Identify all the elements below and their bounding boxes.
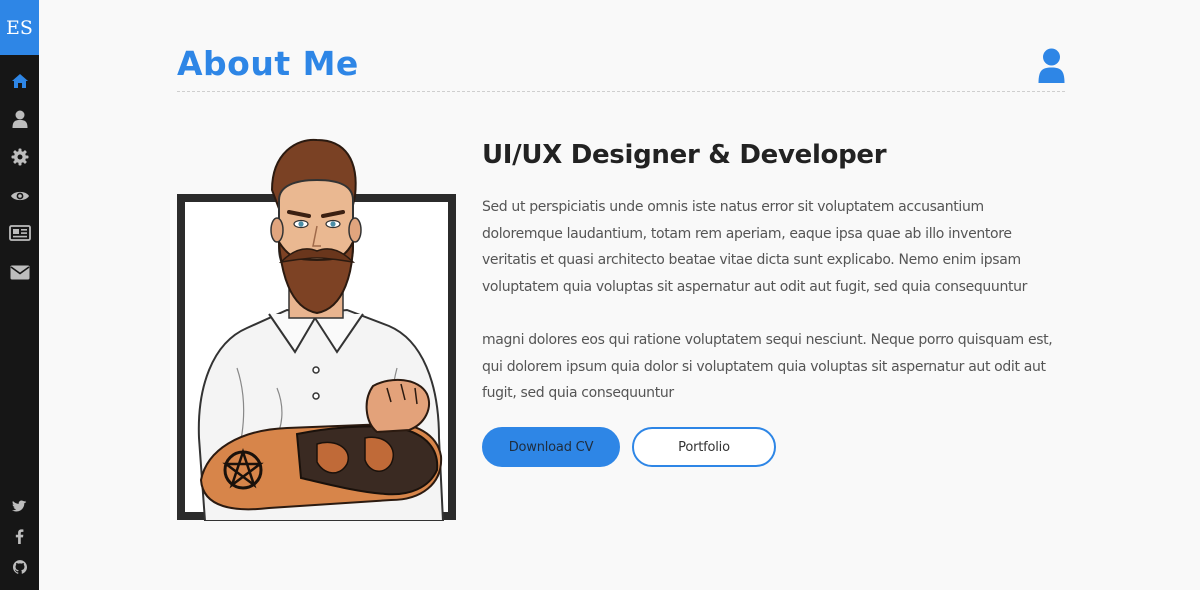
nav-portfolio[interactable] bbox=[0, 181, 39, 211]
user-icon bbox=[12, 110, 27, 128]
home-icon bbox=[11, 74, 28, 88]
github-link[interactable] bbox=[0, 555, 39, 579]
bio-paragraph-1: Sed ut perspiciatis unde omnis iste natu… bbox=[482, 199, 1028, 295]
role-title: UI/UX Designer & Developer bbox=[482, 140, 887, 170]
nav-home[interactable] bbox=[0, 66, 39, 96]
twitter-icon bbox=[12, 499, 27, 511]
twitter-link[interactable] bbox=[0, 494, 39, 518]
bearded-man-illustration bbox=[197, 138, 445, 521]
sidebar: ES bbox=[0, 0, 39, 590]
download-cv-button[interactable]: Download CV bbox=[482, 427, 620, 467]
gear-icon bbox=[11, 148, 28, 166]
newspaper-icon bbox=[8, 225, 31, 241]
nav-services[interactable] bbox=[0, 142, 39, 172]
user-icon bbox=[1038, 48, 1065, 83]
bio-paragraph-2: magni dolores eos qui ratione voluptatem… bbox=[482, 332, 1053, 402]
page-title: About Me bbox=[177, 44, 359, 83]
portfolio-button[interactable]: Portfolio bbox=[632, 427, 776, 467]
facebook-link[interactable] bbox=[0, 524, 39, 548]
profile-illustration bbox=[177, 138, 457, 521]
facebook-icon bbox=[15, 528, 24, 544]
nav-contact[interactable] bbox=[0, 257, 39, 287]
title-divider bbox=[177, 91, 1065, 92]
logo[interactable]: ES bbox=[0, 0, 39, 55]
envelope-icon bbox=[10, 265, 29, 279]
nav-about[interactable] bbox=[0, 104, 39, 134]
eye-icon bbox=[10, 191, 29, 201]
nav-blog[interactable] bbox=[0, 218, 39, 248]
github-icon bbox=[12, 560, 27, 574]
